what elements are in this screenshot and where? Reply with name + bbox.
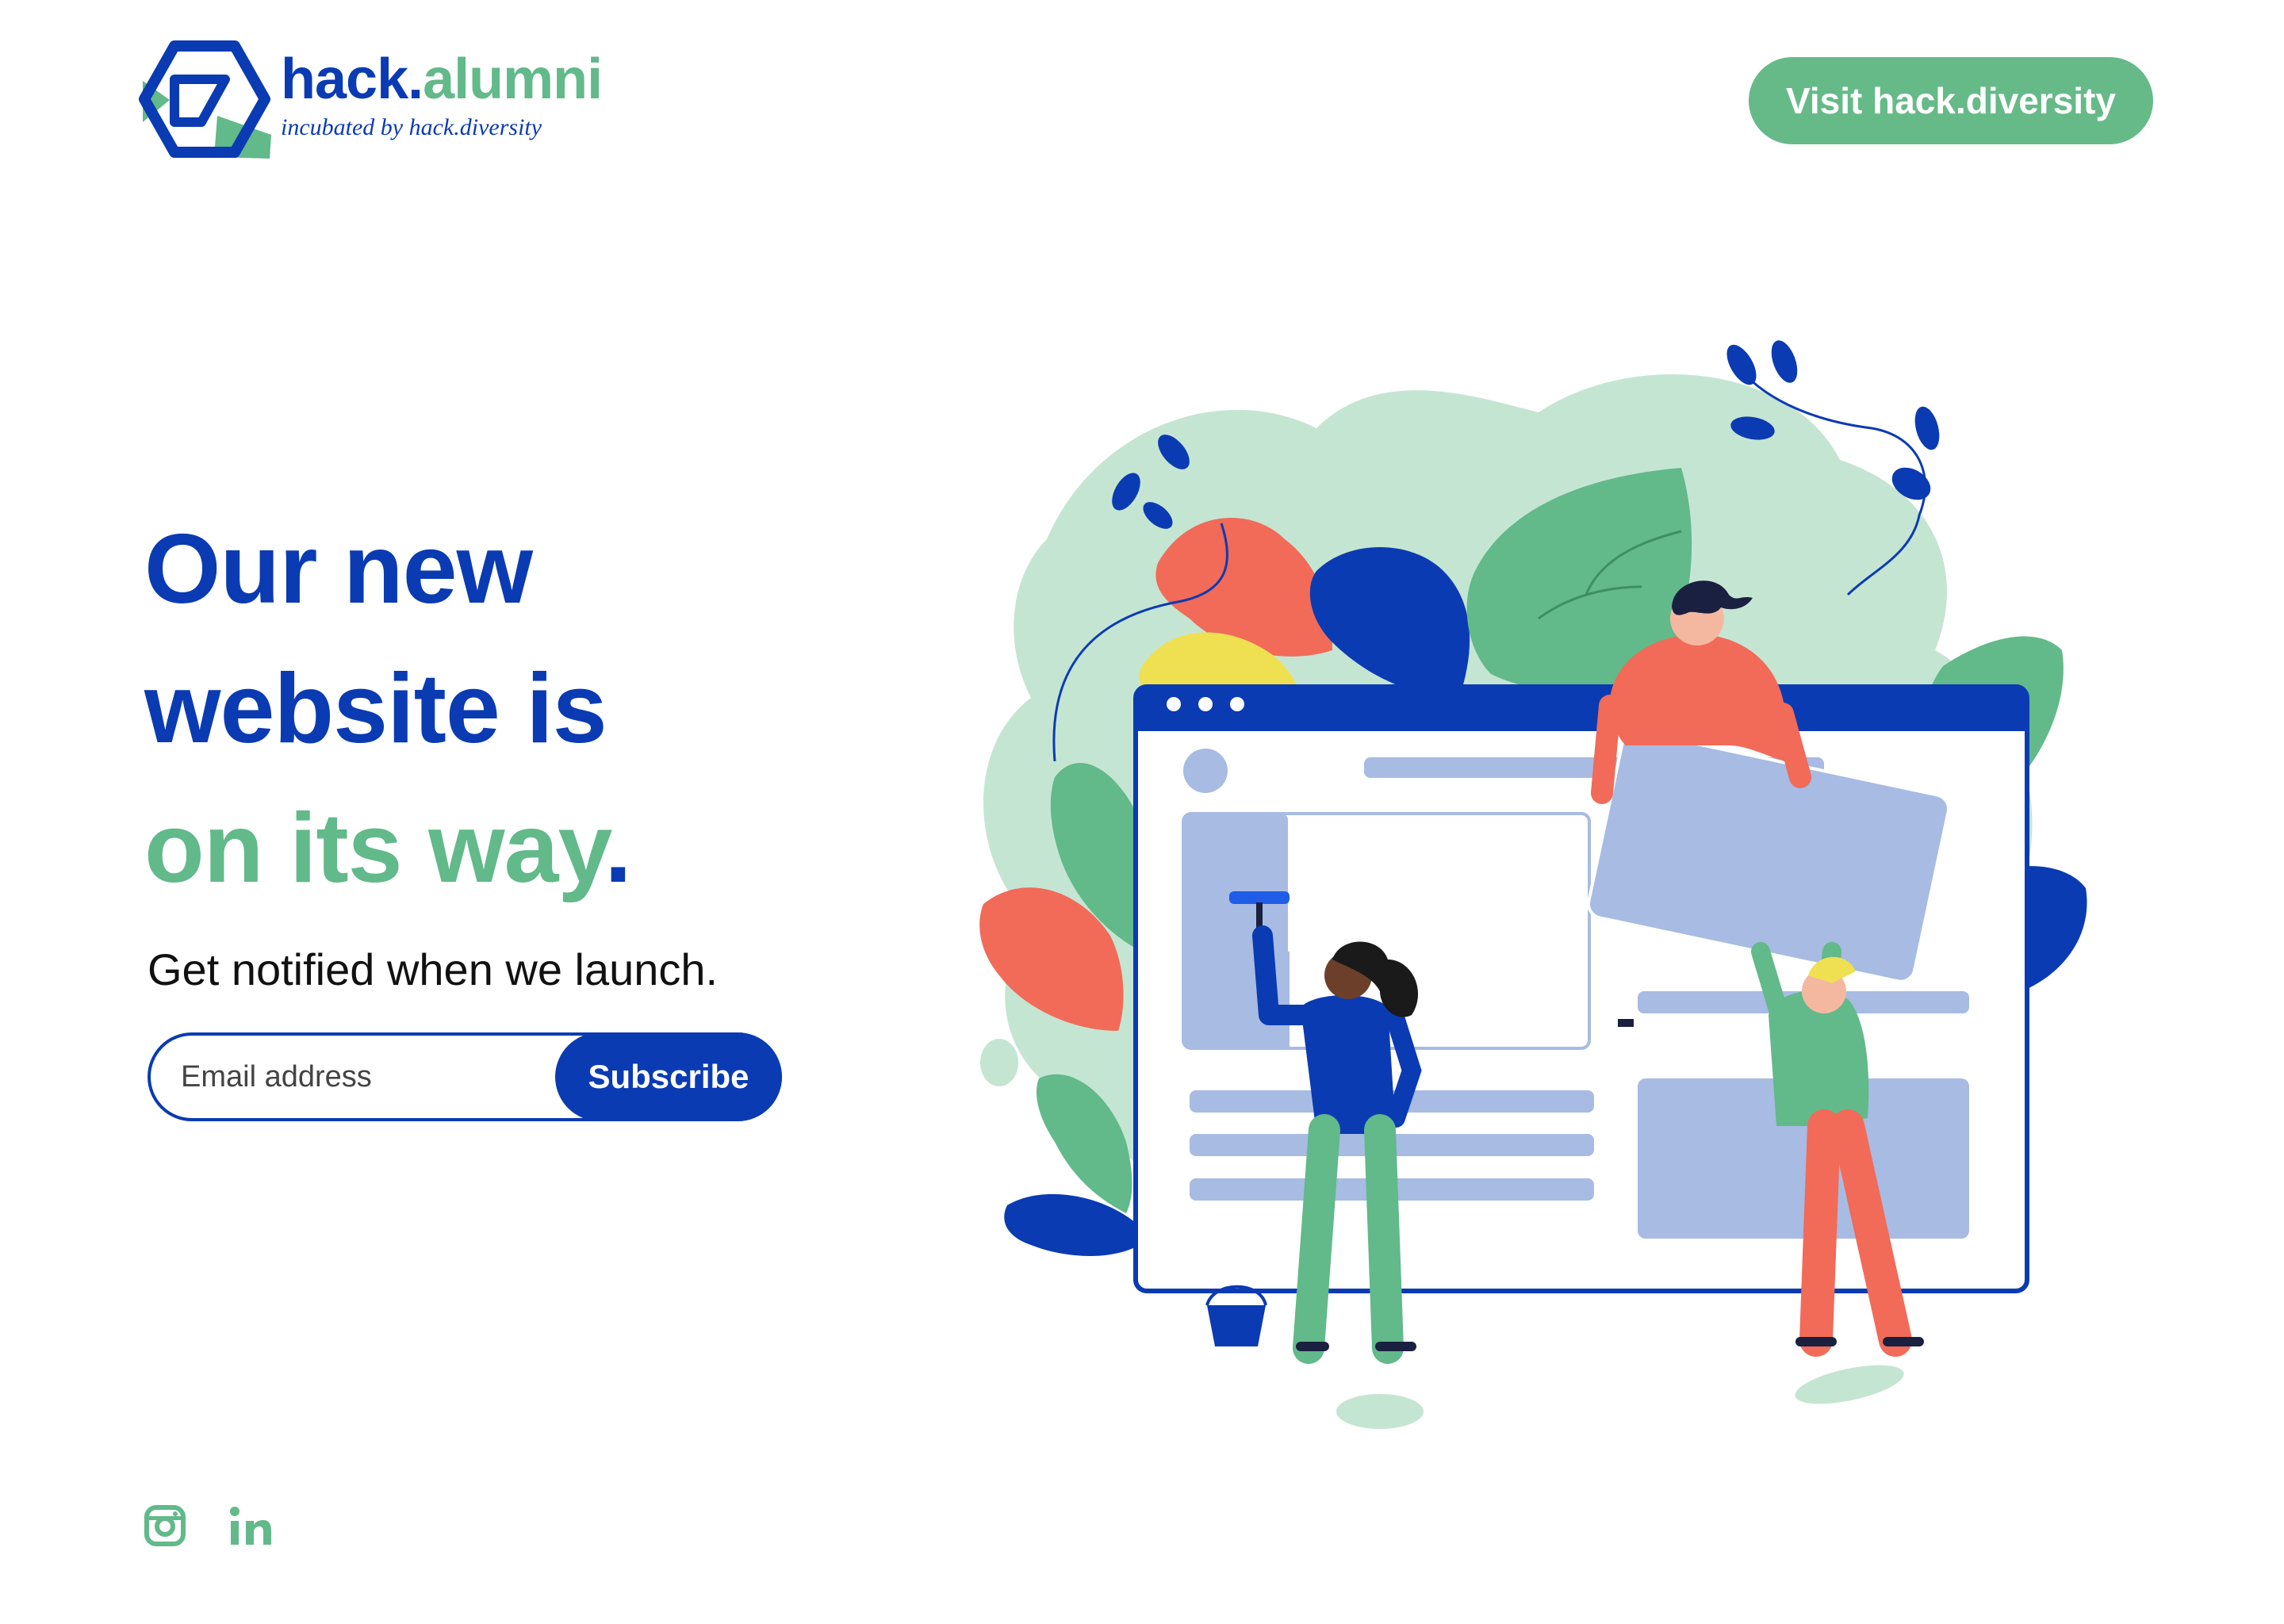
hero-headline: Our new website is on its way.: [144, 500, 632, 918]
headline-period: .: [604, 794, 631, 903]
headline-line-1: Our new: [144, 515, 533, 624]
email-signup-form: Subscribe: [148, 1032, 782, 1121]
logo-word-hack: hack: [281, 48, 408, 111]
logo-hexagon-icon: [139, 40, 271, 159]
logo[interactable]: hack.alumni incubated by hack.diversity: [138, 40, 630, 159]
visit-hack-diversity-button[interactable]: Visit hack.diversity: [1749, 57, 2153, 144]
headline-line-2: website is: [144, 654, 607, 764]
logo-word-dot: .: [408, 48, 423, 111]
subscribe-button[interactable]: Subscribe: [555, 1032, 782, 1121]
hero-illustration: [979, 340, 2087, 1429]
instagram-icon[interactable]: [144, 1505, 186, 1546]
logo-wordmark: hack.alumni: [281, 48, 603, 111]
logo-word-alumni: alumni: [423, 48, 603, 111]
headline-line-3-wrapper: on its way.: [144, 779, 632, 918]
linkedin-icon[interactable]: [228, 1505, 273, 1546]
hero-subheading: Get notified when we launch.: [148, 944, 719, 994]
headline-line-3: on its way: [144, 794, 605, 903]
logo-tagline: incubated by hack.diversity: [281, 114, 542, 140]
